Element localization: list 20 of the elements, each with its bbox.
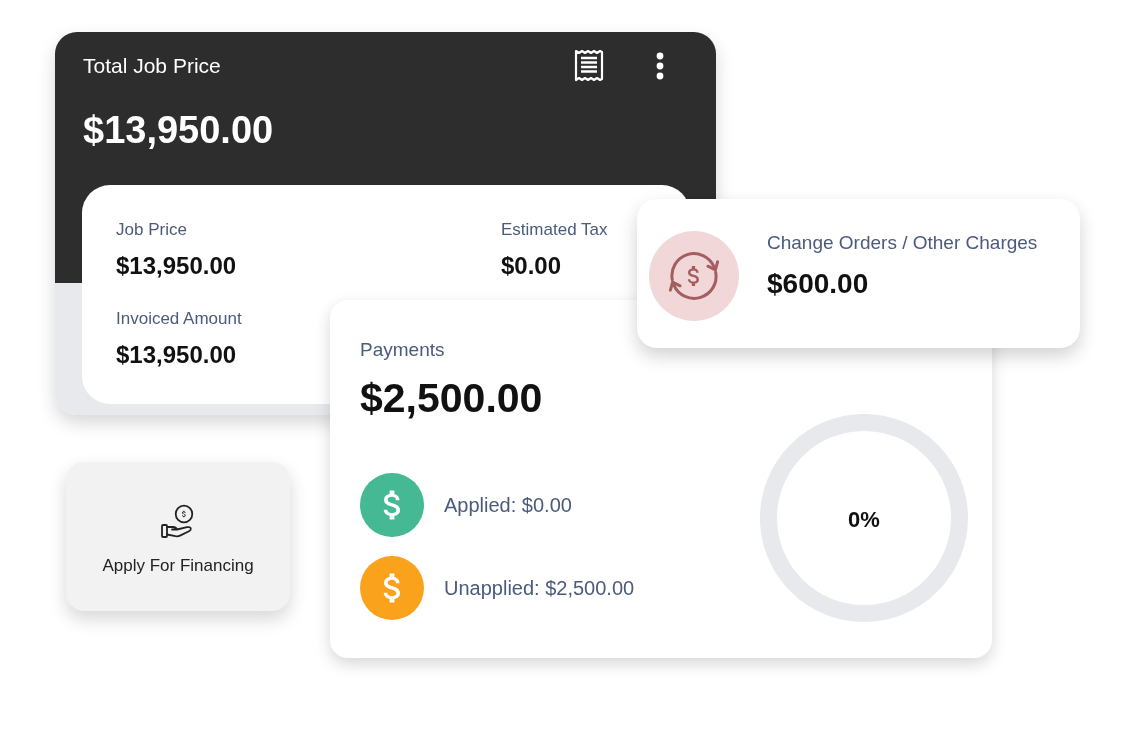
detail-value: $0.00 (501, 251, 562, 280)
detail-value: $13,950.00 (116, 251, 237, 280)
payment-line: Unapplied: $2,500.00 (444, 576, 635, 600)
receipt-icon[interactable] (573, 49, 605, 82)
circular-arrows-dollar-icon (649, 231, 739, 321)
card-title: Total Job Price (83, 53, 221, 78)
detail-label: Invoiced Amount (116, 309, 242, 329)
hand-coin-icon (160, 504, 196, 540)
payments-amount: $2,500.00 (360, 374, 543, 423)
detail-label: Estimated Tax (501, 220, 608, 240)
card-title: Payments (360, 339, 445, 361)
apply-financing-button[interactable]: Apply For Financing (66, 462, 290, 611)
payment-line: Applied: $0.00 (444, 493, 572, 517)
detail-label: Job Price (116, 220, 187, 240)
total-amount: $13,950.00 (83, 108, 274, 153)
card-label: Change Orders / Other Charges (767, 232, 1038, 254)
progress-percent: 0% (848, 506, 880, 533)
charges-amount: $600.00 (767, 267, 869, 300)
detail-value: $13,950.00 (116, 340, 237, 369)
more-options-icon[interactable] (656, 51, 664, 80)
